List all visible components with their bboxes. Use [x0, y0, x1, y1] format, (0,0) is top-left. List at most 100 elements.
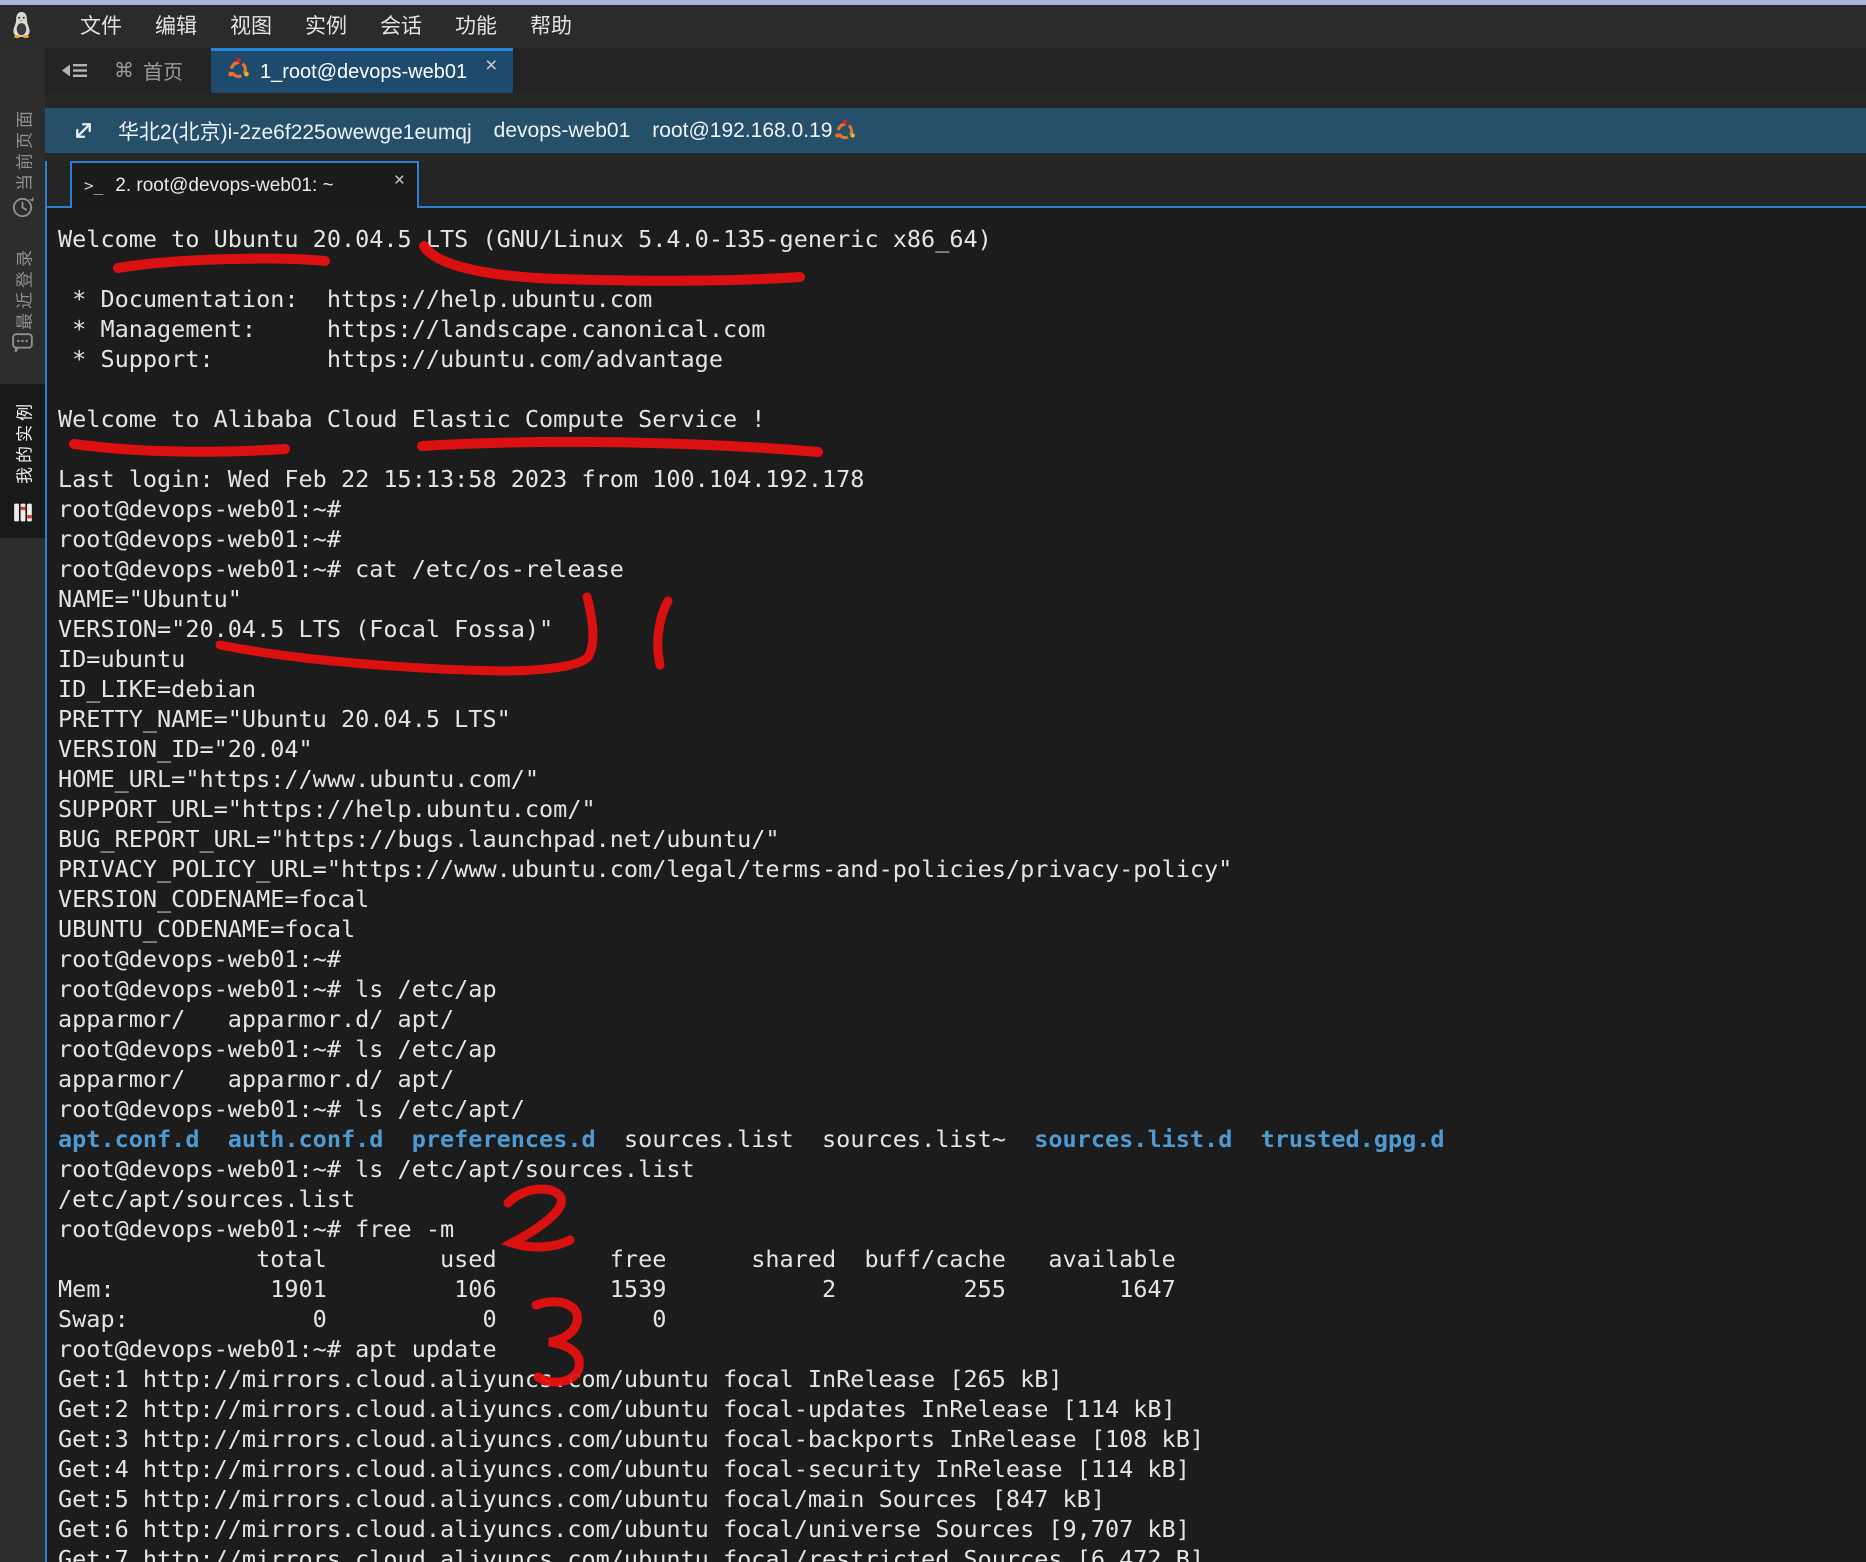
- terminal-line: Get:6 http://mirrors.cloud.aliyuncs.com/…: [58, 1514, 1866, 1544]
- terminal-dir-entry: apt.conf.d: [58, 1125, 199, 1153]
- ubuntu-logo-icon: [834, 120, 856, 142]
- terminal-line: /etc/apt/sources.list: [58, 1184, 1866, 1214]
- terminal-line: Welcome to Alibaba Cloud Elastic Compute…: [58, 404, 1866, 434]
- terminal-line: VERSION_ID="20.04": [58, 734, 1866, 764]
- terminal-line: Mem: 1901 106 1539 2 255 1647: [58, 1274, 1866, 1304]
- terminal-line: root@devops-web01:~#: [58, 944, 1866, 974]
- terminal-line: VERSION="20.04.5 LTS (Focal Fossa)": [58, 614, 1866, 644]
- tab-strip: ⌘ 首页 1_root@devops-web01 ×: [45, 48, 1866, 93]
- terminal-tab-label: 2. root@devops-web01: ~: [115, 175, 333, 197]
- terminal-line: Get:4 http://mirrors.cloud.aliyuncs.com/…: [58, 1454, 1866, 1484]
- terminal-output[interactable]: Welcome to Ubuntu 20.04.5 LTS (GNU/Linux…: [45, 208, 1866, 1562]
- menu-item-file[interactable]: 文件: [80, 5, 122, 48]
- tab-list-toggle-icon[interactable]: [61, 59, 88, 82]
- terminal-file-entry: [199, 1125, 227, 1153]
- menu-item-session[interactable]: 会话: [380, 5, 422, 48]
- terminal-line: Get:1 http://mirrors.cloud.aliyuncs.com/…: [58, 1364, 1866, 1394]
- sidebar-item-label: 最近登录: [10, 246, 35, 330]
- terminal-line: PRIVACY_POLICY_URL="https://www.ubuntu.c…: [58, 854, 1866, 884]
- terminal-line: apparmor/ apparmor.d/ apt/: [58, 1064, 1866, 1094]
- terminal-line: ID_LIKE=debian: [58, 674, 1866, 704]
- terminal-dir-entry: preferences.d: [412, 1125, 596, 1153]
- terminal-line: Get:5 http://mirrors.cloud.aliyuncs.com/…: [58, 1484, 1866, 1514]
- terminal-file-entry: [383, 1125, 411, 1153]
- terminal-line: [58, 374, 1866, 404]
- terminal-line: root@devops-web01:~# ls /etc/ap: [58, 974, 1866, 1004]
- menu-item-edit[interactable]: 编辑: [155, 5, 197, 48]
- terminal-line: root@devops-web01:~# ls /etc/apt/: [58, 1094, 1866, 1124]
- home-tab-label: 首页: [143, 56, 183, 85]
- terminal-line: Get:7 http://mirrors.cloud.aliyuncs.com/…: [58, 1544, 1866, 1562]
- my-instances-icon: [10, 500, 36, 530]
- menu-item-help[interactable]: 帮助: [530, 5, 572, 48]
- terminal-line: UBUNTU_CODENAME=focal: [58, 914, 1866, 944]
- recent-login-icon: [10, 330, 35, 360]
- title-bar: 文件编辑视图实例会话功能帮助: [0, 5, 1866, 48]
- terminal-tab-2-root-devops-web01[interactable]: >_ 2. root@devops-web01: ~ ×: [70, 161, 419, 208]
- terminal-file-entry: [1232, 1125, 1260, 1153]
- terminal-line: [58, 254, 1866, 284]
- terminal-line: NAME="Ubuntu": [58, 584, 1866, 614]
- terminal-line: HOME_URL="https://www.ubuntu.com/": [58, 764, 1866, 794]
- terminal-line: total used free shared buff/cache availa…: [58, 1244, 1866, 1274]
- terminal-tab-close-icon[interactable]: ×: [394, 170, 405, 192]
- menu-item-view[interactable]: 视图: [230, 5, 272, 48]
- terminal-line: * Support: https://ubuntu.com/advantage: [58, 344, 1866, 374]
- terminal-file-entry: [596, 1125, 624, 1153]
- menu-item-features[interactable]: 功能: [455, 5, 497, 48]
- terminal-line: root@devops-web01:~# apt update: [58, 1334, 1866, 1364]
- terminal-line: Get:3 http://mirrors.cloud.aliyuncs.com/…: [58, 1424, 1866, 1454]
- expand-icon[interactable]: [71, 118, 96, 143]
- app-logo-tux-icon: [10, 11, 33, 43]
- terminal-line: * Management: https://landscape.canonica…: [58, 314, 1866, 344]
- terminal-line: root@devops-web01:~#: [58, 524, 1866, 554]
- terminal-line: root@devops-web01:~# ls /etc/ap: [58, 1034, 1866, 1064]
- sidebar-item-label: 我的实例: [10, 400, 35, 484]
- instance-info-bar: 华北2(北京)i-2ze6f225owewge1eumqj devops-web…: [45, 108, 1866, 153]
- main-content: ⌘ 首页 1_root@devops-web01 × 华北: [45, 48, 1866, 1562]
- terminal-dir-entry: sources.list.d: [1034, 1125, 1232, 1153]
- terminal-line: apparmor/ apparmor.d/ apt/: [58, 1004, 1866, 1034]
- terminal-file-entry: sources.list~: [822, 1125, 1006, 1153]
- terminal-line: PRETTY_NAME="Ubuntu 20.04.5 LTS": [58, 704, 1866, 734]
- menu-item-instance[interactable]: 实例: [305, 5, 347, 48]
- sidebar-item-current-page[interactable]: 当前页面: [0, 103, 45, 233]
- terminal-line: VERSION_CODENAME=focal: [58, 884, 1866, 914]
- terminal-line: root@devops-web01:~#: [58, 494, 1866, 524]
- terminal-prompt-icon: >_: [84, 176, 103, 195]
- terminal-file-entry: [794, 1125, 822, 1153]
- menu-bar: 文件编辑视图实例会话功能帮助: [80, 5, 572, 48]
- terminal-line: root@devops-web01:~# ls /etc/apt/sources…: [58, 1154, 1866, 1184]
- sidebar-item-recent-logins[interactable]: 最近登录: [0, 246, 45, 368]
- tab-home[interactable]: ⌘ 首页: [108, 48, 189, 93]
- terminal-line: BUG_REPORT_URL="https://bugs.launchpad.n…: [58, 824, 1866, 854]
- ubuntu-logo-icon: [227, 58, 250, 87]
- terminal-line: root@devops-web01:~# free -m: [58, 1214, 1866, 1244]
- terminal-line: root@devops-web01:~# cat /etc/os-release: [58, 554, 1866, 584]
- terminal-line: Last login: Wed Feb 22 15:13:58 2023 fro…: [58, 464, 1866, 494]
- terminal-line: Get:2 http://mirrors.cloud.aliyuncs.com/…: [58, 1394, 1866, 1424]
- terminal-dir-entry: auth.conf.d: [228, 1125, 384, 1153]
- history-icon: [10, 195, 35, 225]
- instance-user-host: root@192.168.0.19: [652, 119, 832, 143]
- terminal-line: apt.conf.d auth.conf.d preferences.d sou…: [58, 1124, 1866, 1154]
- terminal-line: [58, 434, 1866, 464]
- session-tab-label: 1_root@devops-web01: [260, 61, 467, 84]
- session-tab-close-icon[interactable]: ×: [485, 54, 497, 78]
- sidebar-item-my-instances[interactable]: 我的实例: [0, 384, 45, 538]
- terminal-line: Swap: 0 0 0: [58, 1304, 1866, 1334]
- sidebar-item-label: 当前页面: [10, 107, 35, 191]
- command-icon: ⌘: [114, 58, 134, 83]
- terminal-line: ID=ubuntu: [58, 644, 1866, 674]
- terminal-dir-entry: trusted.gpg.d: [1261, 1125, 1445, 1153]
- terminal-line: SUPPORT_URL="https://help.ubuntu.com/": [58, 794, 1866, 824]
- terminal-file-entry: sources.list: [624, 1125, 794, 1153]
- instance-hostname: devops-web01: [494, 119, 631, 143]
- tab-session-1-root-devops-web01[interactable]: 1_root@devops-web01 ×: [211, 48, 513, 93]
- terminal-line: * Documentation: https://help.ubuntu.com: [58, 284, 1866, 314]
- instance-region-id: 华北2(北京)i-2ze6f225owewge1eumqj: [118, 116, 472, 146]
- terminal-line: Welcome to Ubuntu 20.04.5 LTS (GNU/Linux…: [58, 224, 1866, 254]
- terminal-file-entry: [1006, 1125, 1034, 1153]
- terminal-tab-row: >_ 2. root@devops-web01: ~ ×: [45, 161, 1866, 208]
- activity-sidebar: 当前页面最近登录我的实例: [0, 48, 45, 1562]
